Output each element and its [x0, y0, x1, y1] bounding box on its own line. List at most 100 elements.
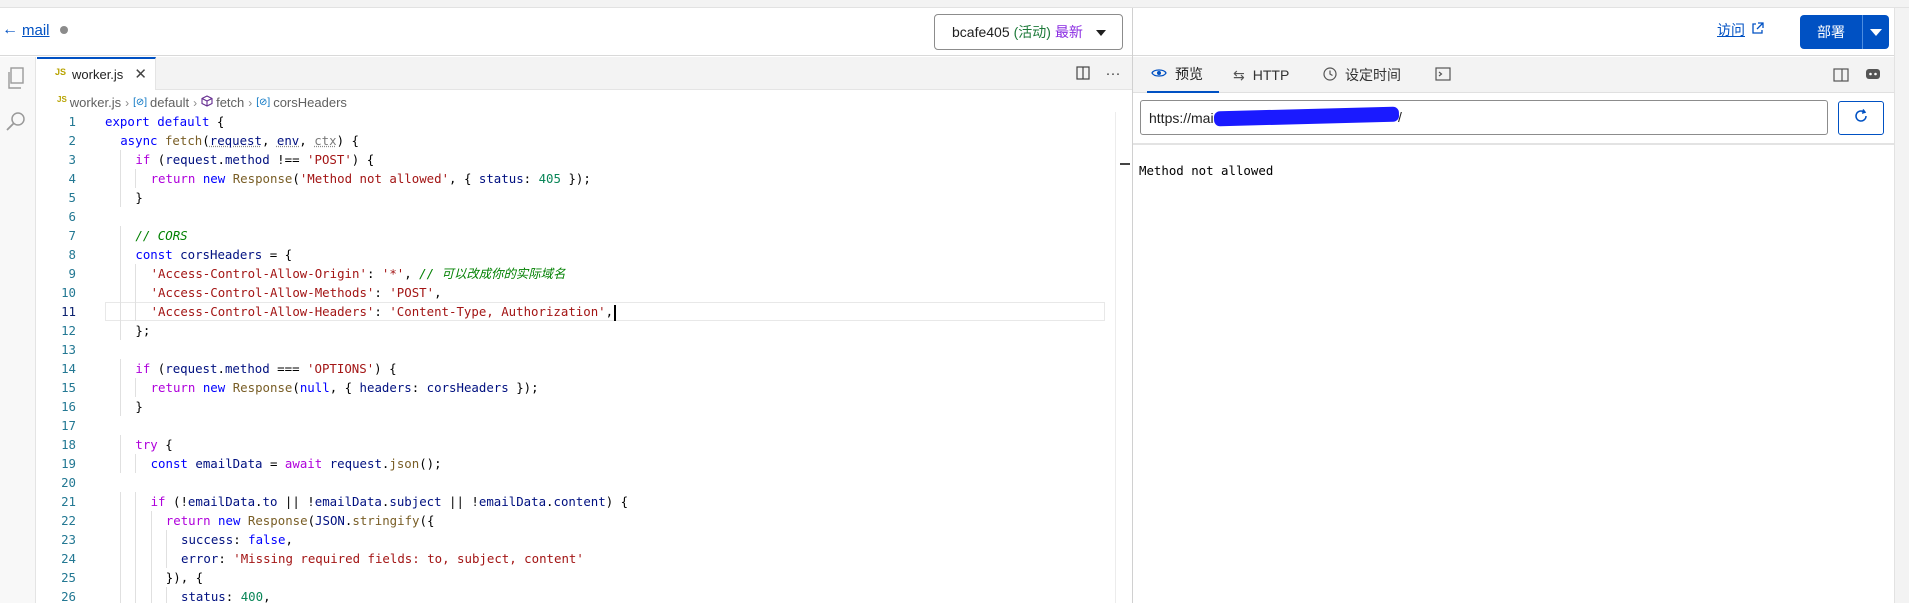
code-line[interactable]: 18 try {: [37, 435, 1122, 454]
breadcrumb-corsheaders-label: corsHeaders: [273, 95, 347, 110]
eye-icon: [1151, 66, 1167, 82]
code-editor[interactable]: 1 export default { 2 async fetch(request, e…: [37, 112, 1122, 603]
code-line[interactable]: 1 export default {: [37, 112, 1122, 131]
code-line[interactable]: 26 status: 400,: [37, 587, 1122, 603]
tab-preview[interactable]: 预览: [1147, 57, 1219, 93]
indent-guide: [165, 587, 167, 603]
line-number: 10: [61, 285, 76, 300]
indent-guide: [120, 264, 122, 283]
version-id: bcafe405: [952, 24, 1010, 40]
code-line[interactable]: 15 return new Response(null, { headers: c…: [37, 378, 1122, 397]
code-line-text: export default {: [105, 114, 225, 129]
code-line[interactable]: 21 if (!emailData.to || !emailData.subjec…: [37, 492, 1122, 511]
tab-schedule[interactable]: 设定时间: [1323, 57, 1401, 93]
variable-symbol-icon: [⊘]: [133, 97, 148, 108]
chevron-down-icon: [1096, 30, 1106, 36]
clock-icon: [1323, 66, 1337, 84]
code-line[interactable]: 17: [37, 416, 1122, 435]
discord-icon[interactable]: [1864, 66, 1882, 84]
breadcrumb-fetch[interactable]: fetch: [201, 95, 244, 110]
preview-tab-bar: 预览 ⇆ HTTP 设定时间: [1133, 57, 1894, 93]
editor-scrollbar[interactable]: [1115, 112, 1132, 603]
code-line[interactable]: 16}: [37, 397, 1122, 416]
line-number: 4: [68, 171, 76, 186]
version-select[interactable]: bcafe405 (活动) 最新: [934, 14, 1123, 50]
code-line[interactable]: 6: [37, 207, 1122, 226]
code-line[interactable]: 23 success: false,: [37, 530, 1122, 549]
editor-header: ← mail bcafe405 (活动) 最新: [0, 8, 1132, 56]
back-link-label: mail: [22, 21, 50, 39]
line-number: 8: [68, 247, 76, 262]
overview-ruler-cursor-mark: [1120, 163, 1130, 165]
unsaved-indicator: [59, 26, 68, 34]
line-number: 19: [61, 456, 76, 471]
line-number: 17: [61, 418, 76, 433]
indent-guide: [120, 454, 122, 473]
code-line[interactable]: 12};: [37, 321, 1122, 340]
indent-guide: [120, 492, 122, 511]
code-line[interactable]: 11 'Access-Control-Allow-Headers': 'Conte…: [37, 302, 1122, 321]
deploy-button[interactable]: 部署: [1800, 15, 1863, 49]
back-link[interactable]: ← mail: [2, 21, 68, 39]
breadcrumb-default[interactable]: [⊘] default: [133, 95, 189, 110]
url-text: https://mai: [1149, 109, 1214, 126]
indent-guide: [120, 302, 122, 321]
line-number: 6: [68, 209, 76, 224]
close-icon[interactable]: ✕: [134, 65, 147, 83]
tab-preview-label: 预览: [1175, 66, 1203, 82]
code-line-text: if (request.method !== 'POST') {: [135, 152, 375, 167]
window-scrollbar[interactable]: [1894, 8, 1909, 603]
code-line[interactable]: 4 return new Response('Method not allowed…: [37, 169, 1122, 188]
indent-guide: [135, 549, 137, 568]
indent-guide: [135, 511, 137, 530]
code-line[interactable]: 24 error: 'Missing required fields: to, s…: [37, 549, 1122, 568]
arrow-left-icon: ←: [2, 21, 18, 38]
code-line[interactable]: 25}), {: [37, 568, 1122, 587]
tab-worker-js[interactable]: JS worker.js ✕: [37, 57, 156, 90]
activity-bar: [0, 57, 36, 603]
breadcrumb-file[interactable]: JS worker.js: [57, 95, 121, 110]
indent-guide: [150, 587, 152, 603]
code-line[interactable]: 14 if (request.method === 'OPTIONS') {: [37, 359, 1122, 378]
external-link-icon: [1751, 22, 1764, 38]
line-number: 3: [68, 152, 76, 167]
search-icon[interactable]: [3, 109, 29, 135]
line-number: 2: [68, 133, 76, 148]
tab-http[interactable]: ⇆ HTTP: [1233, 57, 1289, 93]
visit-link[interactable]: 访问: [1717, 20, 1764, 40]
preview-url-input[interactable]: https://mai /: [1140, 100, 1828, 135]
deploy-options-button[interactable]: [1863, 15, 1889, 49]
files-icon[interactable]: [3, 65, 29, 91]
more-actions-icon[interactable]: ···: [1104, 64, 1122, 82]
code-line[interactable]: 8 const corsHeaders = {: [37, 245, 1122, 264]
pane-divider[interactable]: [1132, 8, 1133, 603]
tab-console[interactable]: [1435, 57, 1451, 93]
line-number: 13: [61, 342, 76, 357]
code-line[interactable]: 7 // CORS: [37, 226, 1122, 245]
indent-guide: [165, 530, 167, 549]
breadcrumb-corsheaders[interactable]: [⊘] corsHeaders: [256, 95, 347, 110]
indent-guide: [120, 226, 122, 245]
code-line-text: success: false,: [181, 532, 293, 547]
toggle-layout-icon[interactable]: [1832, 66, 1850, 84]
code-line[interactable]: 3 if (request.method !== 'POST') {: [37, 150, 1122, 169]
refresh-button[interactable]: [1838, 101, 1884, 135]
indent-guide: [120, 511, 122, 530]
code-line-text: return new Response(JSON.stringify({: [165, 513, 435, 528]
code-line[interactable]: 19 const emailData = await request.json()…: [37, 454, 1122, 473]
indent-guide: [120, 188, 122, 207]
line-number: 1: [68, 114, 76, 129]
code-line[interactable]: 2 async fetch(request, env, ctx) {: [37, 131, 1122, 150]
indent-guide: [135, 454, 137, 473]
code-line-text: }: [135, 190, 143, 205]
line-number: 18: [61, 437, 76, 452]
code-line[interactable]: 5}: [37, 188, 1122, 207]
code-line[interactable]: 13: [37, 340, 1122, 359]
chevron-right-icon: ›: [125, 95, 130, 110]
tab-label: worker.js: [72, 67, 124, 82]
code-line[interactable]: 22 return new Response(JSON.stringify({: [37, 511, 1122, 530]
code-line[interactable]: 20: [37, 473, 1122, 492]
code-line[interactable]: 9 'Access-Control-Allow-Origin': '*', // …: [37, 264, 1122, 283]
split-editor-icon[interactable]: [1074, 64, 1092, 82]
code-line[interactable]: 10 'Access-Control-Allow-Methods': 'POST'…: [37, 283, 1122, 302]
